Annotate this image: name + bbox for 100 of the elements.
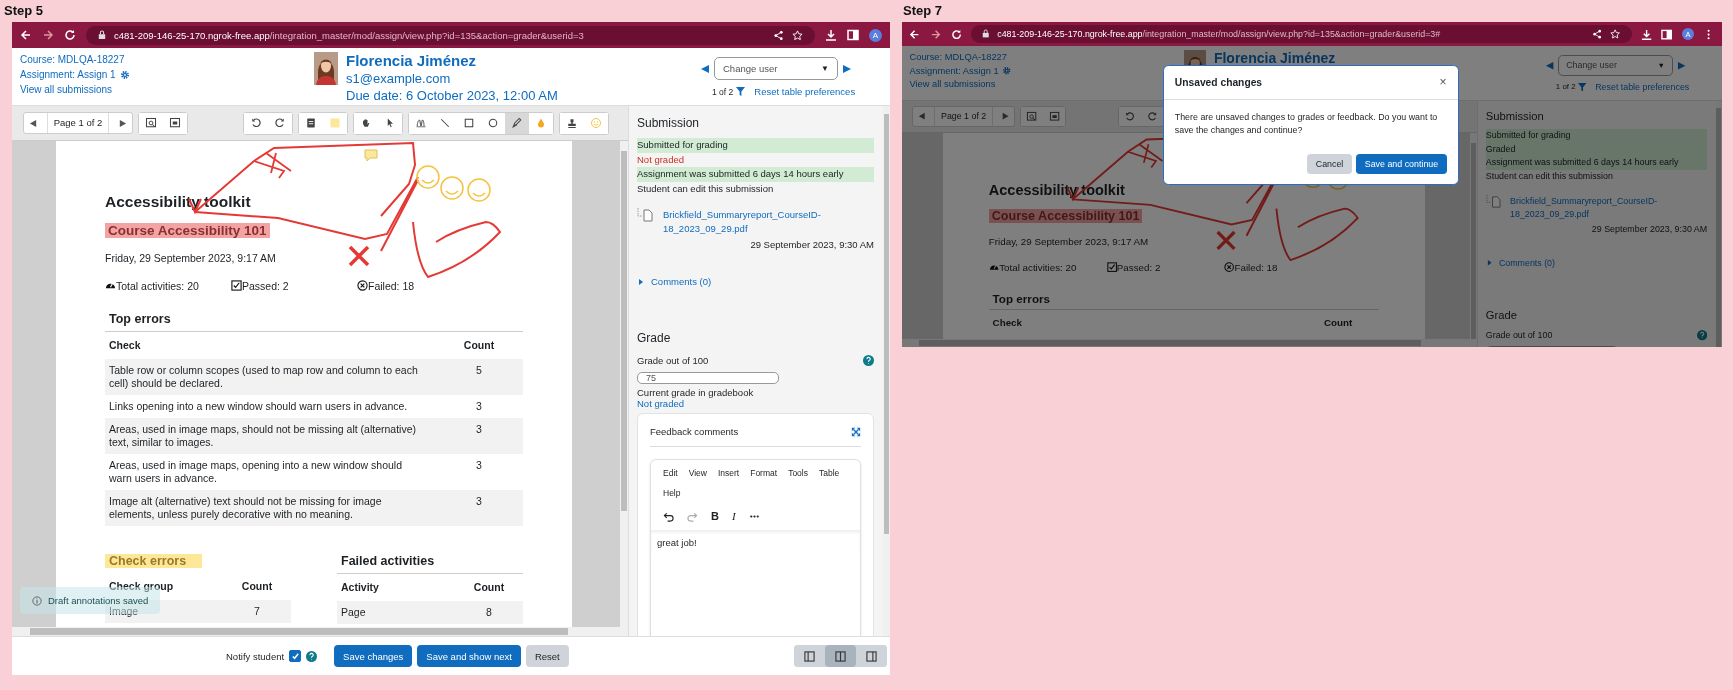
- address-bar[interactable]: c481-209-146-25-170.ngrok-free.app/integration_master/mod/assign/view.php?id=135&action=grader&userid=3#: [971, 25, 1632, 43]
- scrollbar[interactable]: [902, 338, 1478, 348]
- menu-item[interactable]: Format: [750, 468, 778, 478]
- due-date: Due date: 6 October 2023, 12:00 AM: [346, 87, 558, 104]
- profile-avatar[interactable]: A: [869, 28, 882, 42]
- grade-input[interactable]: 75: [637, 372, 779, 384]
- page-navigator[interactable]: Page 1 of 2: [912, 106, 1015, 127]
- reload-icon[interactable]: [950, 28, 962, 40]
- reload-icon[interactable]: [64, 29, 76, 41]
- share-icon[interactable]: [1592, 29, 1603, 40]
- back-icon[interactable]: [20, 29, 32, 41]
- scrollbar[interactable]: [1469, 133, 1478, 339]
- section-heading: Check errors: [105, 554, 203, 568]
- gradebook-value[interactable]: Not graded: [637, 398, 874, 409]
- notify-checkbox[interactable]: [289, 650, 302, 662]
- table-cell-text: 3: [475, 494, 483, 509]
- italic-button[interactable]: I: [731, 510, 736, 522]
- action-button[interactable]: Reset: [525, 645, 569, 667]
- page-navigator[interactable]: Page 1 of 2: [23, 112, 133, 134]
- view-all-link[interactable]: View all submissions: [20, 84, 113, 95]
- close-button[interactable]: ×: [1439, 75, 1447, 90]
- forward-icon[interactable]: [930, 28, 942, 40]
- view-all-link[interactable]: View all submissions: [909, 79, 996, 90]
- previous-page-icon[interactable]: [917, 112, 927, 121]
- assignment-link[interactable]: Assignment: Assign 1: [909, 65, 999, 76]
- profile-avatar[interactable]: A: [1681, 28, 1695, 41]
- report-date: Friday, 29 September 2023, 9:17 AM: [105, 252, 276, 264]
- menu-item[interactable]: Insert: [717, 468, 740, 478]
- layout-button[interactable]: [825, 645, 856, 667]
- menu-item[interactable]: Tools: [788, 468, 808, 478]
- dialog-message: There are unsaved changes to grades or feedback. Do you want to save the changes and continue?: [1173, 110, 1439, 137]
- panel-layout-icon: [866, 650, 877, 662]
- undo-icon[interactable]: [663, 510, 674, 522]
- help-icon[interactable]: [306, 650, 318, 662]
- filter-icon[interactable]: [1578, 82, 1587, 91]
- address-bar[interactable]: c481-209-146-25-170.ngrok-free.app/integration_master/mod/assign/view.php?id=135&action=grader&userid=3: [86, 25, 815, 45]
- help-icon[interactable]: [1696, 330, 1708, 341]
- next-icon[interactable]: [1677, 60, 1687, 71]
- course-link[interactable]: Course: MDLQA-18227: [20, 54, 125, 65]
- star-icon[interactable]: [1610, 29, 1621, 40]
- bold-button[interactable]: B: [711, 510, 719, 522]
- previous-page-icon[interactable]: [29, 118, 38, 128]
- download-icon[interactable]: [1640, 28, 1653, 40]
- back-icon[interactable]: [909, 28, 921, 40]
- change-user-select[interactable]: Change user ▼: [714, 57, 838, 80]
- scrollbar[interactable]: [883, 106, 890, 636]
- filter-icon[interactable]: [736, 87, 746, 96]
- scrollbar[interactable]: [12, 627, 628, 636]
- action-button[interactable]: Save and show next: [417, 645, 521, 667]
- assignment-link[interactable]: Assignment: Assign 1: [20, 69, 116, 80]
- course-link[interactable]: Course: MDLQA-18227: [909, 51, 1007, 62]
- menu-item[interactable]: Table: [818, 468, 840, 478]
- expand-icon[interactable]: [637, 277, 645, 286]
- change-user-select[interactable]: Change user ▼: [1557, 54, 1674, 77]
- user-name[interactable]: Florencia Jiménez: [1213, 50, 1336, 67]
- user-email[interactable]: s1@example.com: [346, 70, 451, 87]
- sidebar-icon[interactable]: [847, 29, 859, 41]
- help-icon[interactable]: [863, 355, 874, 366]
- column-header: Count: [462, 338, 496, 353]
- next-icon[interactable]: [842, 63, 852, 74]
- dialog-button[interactable]: Save and continue: [1356, 153, 1447, 175]
- dialog-button[interactable]: Cancel: [1307, 153, 1352, 175]
- user-name[interactable]: Florencia Jiménez: [346, 52, 477, 70]
- fullscreen-icon[interactable]: [851, 426, 861, 437]
- file-link[interactable]: Brickfield_Summaryreport_CourseID-18_2023_09_29.pdf: [657, 208, 874, 236]
- star-icon[interactable]: [792, 29, 803, 41]
- stat-text: Passed: 2: [1116, 262, 1161, 274]
- expand-icon[interactable]: [1485, 259, 1494, 267]
- sidebar-icon[interactable]: [1661, 28, 1673, 40]
- previous-icon[interactable]: [1544, 60, 1554, 71]
- tool-button[interactable]: [505, 112, 529, 134]
- download-icon[interactable]: [825, 29, 837, 41]
- menu-item[interactable]: Edit: [663, 468, 678, 478]
- submission-status: Not graded: [637, 152, 685, 167]
- reset-preferences-link[interactable]: Reset table preferences: [1595, 81, 1690, 92]
- share-icon[interactable]: [773, 29, 784, 41]
- next-page-icon[interactable]: [1000, 112, 1010, 121]
- scrollbar[interactable]: [620, 141, 628, 627]
- course-heading: Course Accessibility 101: [105, 223, 270, 238]
- comments-link[interactable]: Comments (0): [1498, 257, 1555, 268]
- comments-link[interactable]: Comments (0): [651, 276, 712, 287]
- reset-preferences-link[interactable]: Reset table preferences: [754, 86, 856, 97]
- file-link[interactable]: Brickfield_Summaryreport_CourseID-18_2023_09_29.pdf: [1504, 194, 1708, 221]
- x-circle-icon: [357, 280, 368, 291]
- action-button[interactable]: Save changes: [334, 645, 413, 667]
- settings-icon[interactable]: [1002, 65, 1012, 76]
- table-cell: Page: [341, 606, 366, 618]
- submission-status: Submitted for grading: [1485, 129, 1708, 143]
- square-icon: [329, 117, 341, 129]
- checkbox-icon: [1106, 262, 1117, 273]
- circle-icon: [487, 117, 499, 129]
- menu-item[interactable]: Help: [663, 488, 681, 498]
- forward-icon[interactable]: [42, 29, 54, 41]
- next-page-icon[interactable]: [118, 118, 127, 128]
- lock-icon: [98, 30, 106, 40]
- stat-text: Total activities: 20: [116, 280, 199, 292]
- settings-icon[interactable]: [119, 69, 130, 80]
- feedback-title: Feedback comments: [650, 426, 739, 437]
- previous-icon[interactable]: [700, 63, 710, 74]
- menu-item[interactable]: View: [688, 468, 707, 478]
